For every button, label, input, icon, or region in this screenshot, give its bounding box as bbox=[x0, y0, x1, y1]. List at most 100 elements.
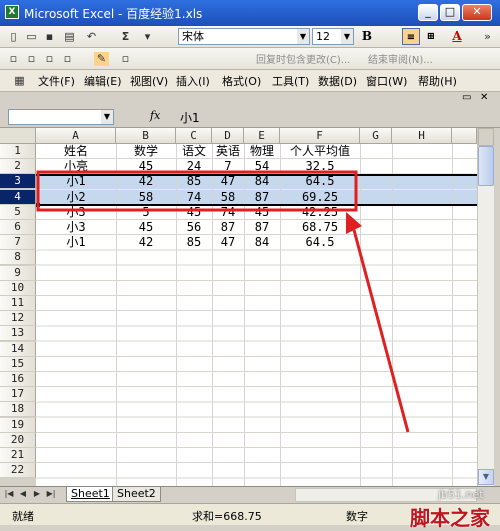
cell-c5[interactable]: 45 bbox=[176, 205, 212, 220]
scroll-thumb[interactable] bbox=[478, 146, 494, 186]
row-header-8[interactable]: 8 bbox=[0, 250, 36, 266]
cell-f6[interactable]: 68.75 bbox=[280, 220, 360, 235]
row-header-9[interactable]: 9 bbox=[0, 265, 36, 281]
cell-d2[interactable]: 7 bbox=[212, 159, 244, 174]
new-file-icon[interactable]: ▯ bbox=[6, 30, 21, 44]
cell-e6[interactable]: 87 bbox=[244, 220, 280, 235]
open-icon[interactable]: ▭ bbox=[24, 30, 39, 44]
column-header-b[interactable]: B bbox=[116, 128, 176, 144]
cell-b3[interactable]: 42 bbox=[116, 174, 176, 189]
workbook-icon[interactable]: ▦ bbox=[12, 74, 27, 88]
row-header-7[interactable]: 7 bbox=[0, 235, 36, 251]
row-header-17[interactable]: 17 bbox=[0, 387, 36, 403]
cell-d1[interactable]: 英语 bbox=[212, 144, 244, 159]
first-sheet-icon[interactable]: |◀ bbox=[4, 489, 14, 498]
formula-input[interactable]: 小1 bbox=[180, 109, 200, 126]
excel-app-icon[interactable]: X bbox=[5, 5, 19, 19]
column-header-d[interactable]: D bbox=[212, 128, 244, 144]
column-header-c[interactable]: C bbox=[176, 128, 212, 144]
last-sheet-icon[interactable]: ▶| bbox=[46, 489, 56, 498]
cell-f1[interactable]: 个人平均值 bbox=[280, 144, 360, 159]
save-icon[interactable]: ▪ bbox=[42, 30, 57, 44]
cell-e4[interactable]: 87 bbox=[244, 190, 280, 205]
cell-c3[interactable]: 85 bbox=[176, 174, 212, 189]
end-review-button[interactable]: 结束审阅(N)... bbox=[368, 51, 433, 66]
cell-e3[interactable]: 84 bbox=[244, 174, 280, 189]
row-header-18[interactable]: 18 bbox=[0, 402, 36, 418]
cell-e1[interactable]: 物理 bbox=[244, 144, 280, 159]
column-header-i[interactable] bbox=[452, 128, 477, 144]
cell-a1[interactable]: 姓名 bbox=[36, 144, 116, 159]
cell-e5[interactable]: 45 bbox=[244, 205, 280, 220]
row-header-13[interactable]: 13 bbox=[0, 326, 36, 342]
track-changes-icon[interactable]: ✎ bbox=[94, 52, 109, 66]
review-icon-5[interactable]: ▫ bbox=[118, 52, 133, 66]
menu-format[interactable]: 格式(O) bbox=[222, 73, 261, 89]
row-header-5[interactable]: 5 bbox=[0, 204, 36, 220]
next-sheet-icon[interactable]: ▶ bbox=[32, 489, 42, 498]
row-header-21[interactable]: 21 bbox=[0, 448, 36, 463]
undo-icon[interactable]: ↶ bbox=[84, 30, 99, 44]
fill-handle[interactable] bbox=[36, 203, 40, 207]
split-box[interactable] bbox=[478, 128, 494, 146]
row-header-19[interactable]: 19 bbox=[0, 417, 36, 433]
column-header-f[interactable]: F bbox=[280, 128, 360, 144]
cell-a3[interactable]: 小1 bbox=[36, 174, 116, 189]
column-header-h[interactable]: H bbox=[392, 128, 452, 144]
tab-sheet2[interactable]: Sheet2 bbox=[112, 487, 161, 502]
align-center-button[interactable]: ≡ bbox=[402, 28, 420, 45]
cell-a7[interactable]: 小1 bbox=[36, 235, 116, 250]
row-header-22[interactable]: 22 bbox=[0, 463, 36, 479]
cell-b1[interactable]: 数学 bbox=[116, 144, 176, 159]
menu-window[interactable]: 窗口(W) bbox=[366, 73, 407, 89]
chevron-down-icon[interactable]: ▼ bbox=[101, 110, 113, 124]
row-header-1[interactable]: 1 bbox=[0, 144, 36, 159]
cell-a5[interactable]: 小3 bbox=[36, 205, 116, 220]
row-header-3[interactable]: 3 bbox=[0, 174, 36, 190]
vertical-scrollbar[interactable]: ▼ bbox=[477, 128, 494, 486]
maximize-button[interactable]: □ bbox=[440, 4, 460, 21]
cell-a6[interactable]: 小3 bbox=[36, 220, 116, 235]
print-icon[interactable]: ▤ bbox=[62, 30, 77, 44]
restore-doc-icon[interactable]: ▭ bbox=[462, 92, 471, 103]
cell-f3[interactable]: 64.5 bbox=[280, 174, 360, 189]
sort-icon[interactable]: ▾ bbox=[140, 30, 155, 44]
row-header-12[interactable]: 12 bbox=[0, 311, 36, 327]
merge-center-button[interactable]: ⊞ bbox=[422, 28, 440, 45]
column-header-a[interactable]: A bbox=[36, 128, 116, 144]
menu-data[interactable]: 数据(D) bbox=[318, 73, 357, 89]
select-all-corner[interactable] bbox=[0, 128, 36, 144]
cell-b2[interactable]: 45 bbox=[116, 159, 176, 174]
cell-e7[interactable]: 84 bbox=[244, 235, 280, 250]
menu-help[interactable]: 帮助(H) bbox=[418, 73, 457, 89]
cell-c4[interactable]: 74 bbox=[176, 190, 212, 205]
prev-sheet-icon[interactable]: ◀ bbox=[18, 489, 28, 498]
cell-f7[interactable]: 64.5 bbox=[280, 235, 360, 250]
review-icon-1[interactable]: ▫ bbox=[6, 52, 21, 66]
row-header-15[interactable]: 15 bbox=[0, 356, 36, 372]
name-box[interactable]: ▼ bbox=[8, 109, 114, 125]
column-header-e[interactable]: E bbox=[244, 128, 280, 144]
cell-d6[interactable]: 87 bbox=[212, 220, 244, 235]
row-header-6[interactable]: 6 bbox=[0, 220, 36, 235]
reply-with-changes-button[interactable]: 回复时包含更改(C)... bbox=[256, 51, 350, 66]
font-color-button[interactable]: A bbox=[448, 28, 466, 45]
scroll-down-icon[interactable]: ▼ bbox=[478, 469, 494, 485]
review-icon-3[interactable]: ▫ bbox=[42, 52, 57, 66]
review-icon-4[interactable]: ▫ bbox=[60, 52, 75, 66]
font-name-select[interactable]: 宋体 ▼ bbox=[178, 28, 310, 45]
cell-d5[interactable]: 74 bbox=[212, 205, 244, 220]
cell-d7[interactable]: 47 bbox=[212, 235, 244, 250]
cell-c1[interactable]: 语文 bbox=[176, 144, 212, 159]
menu-tools[interactable]: 工具(T) bbox=[272, 73, 309, 89]
row-header-4[interactable]: 4 bbox=[0, 189, 36, 205]
cell-b4[interactable]: 58 bbox=[116, 190, 176, 205]
close-doc-icon[interactable]: ✕ bbox=[480, 92, 488, 103]
row-header-2[interactable]: 2 bbox=[0, 159, 36, 175]
font-size-select[interactable]: 12 ▼ bbox=[312, 28, 354, 45]
tab-sheet1[interactable]: Sheet1 bbox=[66, 487, 115, 502]
close-button[interactable]: ✕ bbox=[462, 4, 492, 21]
cell-f2[interactable]: 32.5 bbox=[280, 159, 360, 174]
row-header-16[interactable]: 16 bbox=[0, 372, 36, 387]
cell-b7[interactable]: 42 bbox=[116, 235, 176, 250]
